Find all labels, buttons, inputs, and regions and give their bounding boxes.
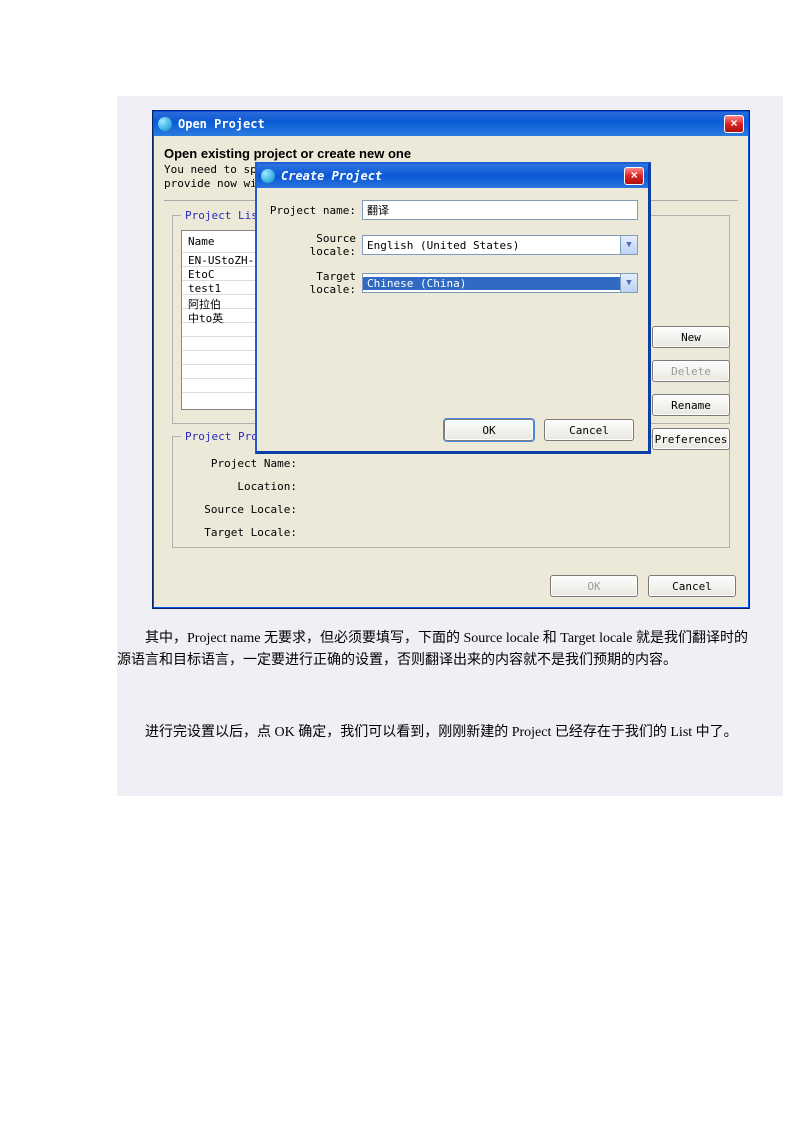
prop-label-target-locale: Target Locale: (183, 522, 303, 543)
create-project-dialog: Create Project × Project name: Source lo… (255, 162, 651, 454)
prop-label-project-name: Project Name: (183, 453, 303, 474)
label-project-name: Project name: (267, 204, 362, 217)
close-icon[interactable]: × (724, 115, 744, 133)
side-buttons: New Delete Rename Preferences (652, 326, 730, 450)
app-icon (158, 117, 172, 131)
row-project-name: Project name: (257, 194, 648, 226)
prop-label-location: Location: (183, 476, 303, 497)
prop-label-source-locale: Source Locale: (183, 499, 303, 520)
chevron-down-icon[interactable]: ▼ (620, 236, 637, 254)
row-target-locale: Target locale: Chinese (China) ▼ (257, 264, 648, 302)
open-project-titlebar[interactable]: Open Project × (154, 112, 748, 136)
cancel-button[interactable]: Cancel (544, 419, 634, 441)
body-paragraph-1: 其中，Project name 无要求，但必须要填写，下面的 Source lo… (117, 628, 757, 673)
project-name-input[interactable] (362, 200, 638, 220)
open-project-footer: OK Cancel (550, 575, 736, 597)
create-project-title: Create Project (281, 169, 382, 183)
create-project-footer: OK Cancel (444, 419, 634, 441)
target-locale-value: Chinese (China) (363, 277, 620, 290)
rename-button[interactable]: Rename (652, 394, 730, 416)
row-source-locale: Source locale: English (United States) ▼ (257, 226, 648, 264)
preferences-button[interactable]: Preferences (652, 428, 730, 450)
create-project-titlebar[interactable]: Create Project × (257, 164, 648, 188)
close-icon[interactable]: × (624, 167, 644, 185)
open-project-heading: Open existing project or create new one (164, 142, 738, 163)
delete-button: Delete (652, 360, 730, 382)
target-locale-combo[interactable]: Chinese (China) ▼ (362, 273, 638, 293)
open-project-title: Open Project (178, 117, 265, 131)
cancel-button[interactable]: Cancel (648, 575, 736, 597)
ok-button[interactable]: OK (444, 419, 534, 441)
new-button[interactable]: New (652, 326, 730, 348)
source-locale-value: English (United States) (363, 239, 620, 252)
chevron-down-icon[interactable]: ▼ (620, 274, 637, 292)
source-locale-combo[interactable]: English (United States) ▼ (362, 235, 638, 255)
body-paragraph-2: 进行完设置以后，点 OK 确定，我们可以看到，刚刚新建的 Project 已经存… (117, 722, 757, 744)
label-target-locale: Target locale: (267, 270, 362, 296)
ok-button: OK (550, 575, 638, 597)
label-source-locale: Source locale: (267, 232, 362, 258)
project-properties-table: Project Name: Location: Source Locale: T… (181, 451, 319, 545)
app-icon (261, 169, 275, 183)
